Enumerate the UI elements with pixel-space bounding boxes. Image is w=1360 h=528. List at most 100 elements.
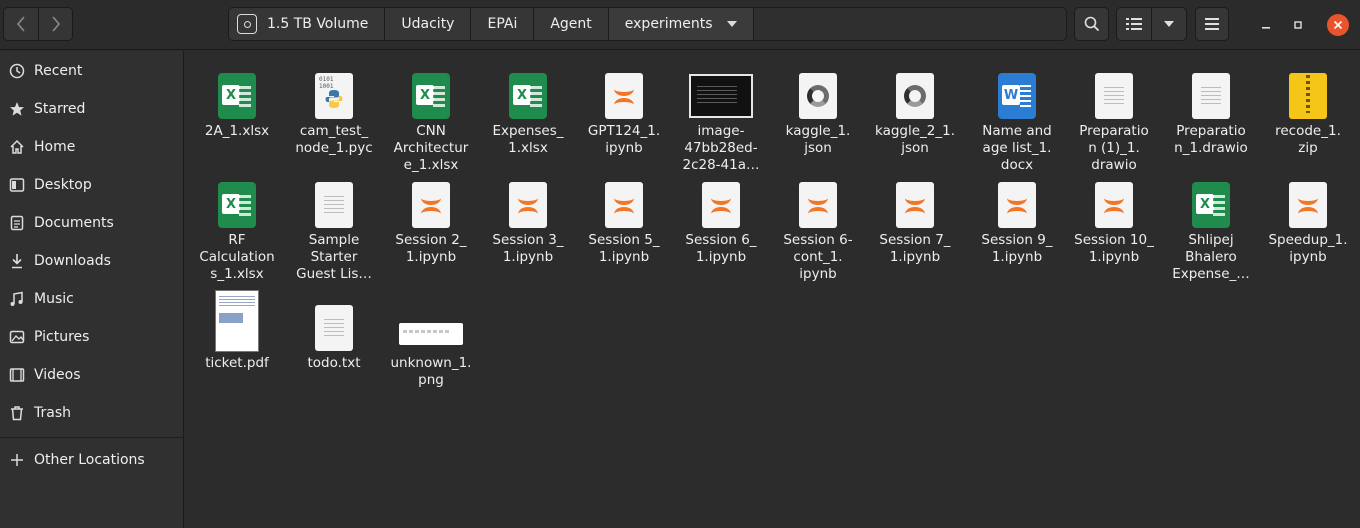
search-icon — [1084, 16, 1099, 32]
file-item[interactable]: Session 6- cont_1. ipynb — [770, 180, 866, 283]
navigation-buttons — [3, 7, 73, 41]
pdf-thumbnail — [215, 290, 259, 352]
file-item[interactable]: Session 6_ 1.ipynb — [673, 180, 769, 266]
jupyter-notebook-icon — [1095, 182, 1133, 228]
sidebar-item-label: Trash — [34, 405, 71, 421]
file-item[interactable]: image- 47bb28ed- 2c28-41a… — [673, 71, 769, 174]
sidebar-item-other-locations[interactable]: Other Locations — [0, 441, 184, 479]
sidebar-item-label: Home — [34, 139, 76, 155]
file-item[interactable]: W Name and age list_1. docx — [969, 71, 1065, 174]
file-item[interactable]: X RF Calculation s_1.xlsx — [189, 180, 285, 283]
breadcrumb-label: experiments — [624, 16, 713, 32]
file-name: todo.txt — [307, 355, 361, 371]
documents-icon — [9, 215, 25, 231]
menu-button[interactable] — [1195, 7, 1229, 41]
sidebar-item-recent[interactable]: Recent — [0, 52, 184, 90]
file-item[interactable]: kaggle_1. json — [770, 71, 866, 157]
file-item[interactable]: X 2A_1.xlsx — [189, 71, 285, 140]
videos-icon — [9, 367, 25, 383]
sidebar-item-label: Videos — [34, 367, 81, 383]
file-item[interactable]: Session 5_ 1.ipynb — [576, 180, 672, 266]
breadcrumb-volume[interactable]: 1.5 TB Volume — [229, 8, 386, 40]
breadcrumb-experiments[interactable]: experiments — [608, 8, 754, 40]
jupyter-notebook-icon — [799, 182, 837, 228]
sidebar-item-trash[interactable]: Trash — [0, 394, 184, 432]
sidebar-item-label: Starred — [34, 101, 86, 117]
file-item[interactable]: Preparatio n (1)_1. drawio — [1066, 71, 1162, 174]
file-item[interactable]: Session 7_ 1.ipynb — [867, 180, 963, 266]
sidebar-item-label: Documents — [34, 215, 114, 231]
file-name: Session 10_ 1.ipynb — [1074, 232, 1154, 265]
file-item[interactable]: X CNN Architectur e_1.xlsx — [383, 71, 479, 174]
file-item[interactable]: todo.txt — [286, 303, 382, 372]
sidebar-item-home[interactable]: Home — [0, 128, 184, 166]
plus-icon — [9, 452, 25, 468]
file-name: GPT124_1. ipynb — [587, 123, 661, 156]
breadcrumb-udacity[interactable]: Udacity — [385, 8, 472, 40]
maximize-button[interactable] — [1287, 14, 1309, 36]
sidebar-item-label: Desktop — [34, 177, 92, 193]
text-file-icon — [315, 305, 353, 351]
sidebar-item-label: Recent — [34, 63, 83, 79]
back-button[interactable] — [4, 8, 38, 40]
list-view-button[interactable] — [1117, 8, 1151, 40]
sidebar: Recent Starred Home Desktop Documents Do… — [0, 51, 184, 528]
python-file-icon: 0101 1001 — [315, 73, 353, 119]
close-icon — [1333, 20, 1343, 30]
file-item[interactable]: X Expenses_ 1.xlsx — [480, 71, 576, 157]
path-bar: 1.5 TB Volume Udacity EPAi Agent experim… — [228, 7, 1067, 41]
file-item[interactable]: Session 3_ 1.ipynb — [480, 180, 576, 266]
file-item[interactable]: unknown_1. png — [383, 315, 479, 389]
pictures-icon — [9, 329, 25, 345]
file-name: recode_1. zip — [1275, 123, 1341, 156]
image-thumbnail — [399, 323, 463, 345]
sidebar-item-videos[interactable]: Videos — [0, 356, 184, 394]
file-item[interactable]: recode_1. zip — [1260, 71, 1356, 157]
forward-button[interactable] — [38, 8, 72, 40]
breadcrumb-epai[interactable]: EPAi — [471, 8, 535, 40]
file-name: Preparatio n_1.drawio — [1174, 123, 1248, 156]
breadcrumb-label: Agent — [550, 16, 592, 32]
sidebar-item-documents[interactable]: Documents — [0, 204, 184, 242]
view-dropdown-button[interactable] — [1151, 8, 1186, 40]
chevron-down-icon — [1164, 21, 1174, 27]
file-name: ticket.pdf — [205, 355, 269, 371]
search-button[interactable] — [1074, 7, 1109, 41]
file-name: unknown_1. png — [390, 355, 472, 388]
drive-icon — [237, 14, 257, 34]
file-name: Speedup_1. ipynb — [1268, 232, 1348, 265]
sidebar-item-desktop[interactable]: Desktop — [0, 166, 184, 204]
jupyter-notebook-icon — [412, 182, 450, 228]
file-item[interactable]: Sample Starter Guest Lis… — [286, 180, 382, 283]
sidebar-item-starred[interactable]: Starred — [0, 90, 184, 128]
spreadsheet-icon: X — [412, 73, 450, 119]
jupyter-notebook-icon — [509, 182, 547, 228]
breadcrumb-label: EPAi — [487, 16, 518, 32]
file-item[interactable]: Speedup_1. ipynb — [1260, 180, 1356, 266]
sidebar-item-music[interactable]: Music — [0, 280, 184, 318]
file-item[interactable]: Session 10_ 1.ipynb — [1066, 180, 1162, 266]
file-name: Preparatio n (1)_1. drawio — [1079, 123, 1149, 173]
file-item[interactable]: X Shlipej Bhalero Expense_… — [1163, 180, 1259, 283]
sidebar-item-pictures[interactable]: Pictures — [0, 318, 184, 356]
file-name: Session 2_ 1.ipynb — [395, 232, 467, 265]
sidebar-item-downloads[interactable]: Downloads — [0, 242, 184, 280]
file-item[interactable]: kaggle_2_1. json — [867, 71, 963, 157]
minimize-button[interactable] — [1255, 14, 1277, 36]
jupyter-notebook-icon — [605, 73, 643, 119]
file-item[interactable]: 0101 1001 cam_test_ node_1.pyc — [286, 71, 382, 157]
minimize-icon — [1262, 27, 1270, 29]
file-item[interactable]: ticket.pdf — [189, 289, 285, 372]
file-item[interactable]: GPT124_1. ipynb — [576, 71, 672, 157]
file-item[interactable]: Session 2_ 1.ipynb — [383, 180, 479, 266]
text-file-icon — [1192, 73, 1230, 119]
text-file-icon — [315, 182, 353, 228]
file-item[interactable]: Preparatio n_1.drawio — [1163, 71, 1259, 157]
close-button[interactable] — [1327, 14, 1349, 36]
file-item[interactable]: Session 9_ 1.ipynb — [969, 180, 1065, 266]
breadcrumb-label: Udacity — [401, 16, 455, 32]
trash-icon — [9, 405, 25, 421]
hamburger-icon — [1205, 18, 1219, 30]
file-name: kaggle_2_1. json — [874, 123, 956, 156]
breadcrumb-agent[interactable]: Agent — [534, 8, 609, 40]
